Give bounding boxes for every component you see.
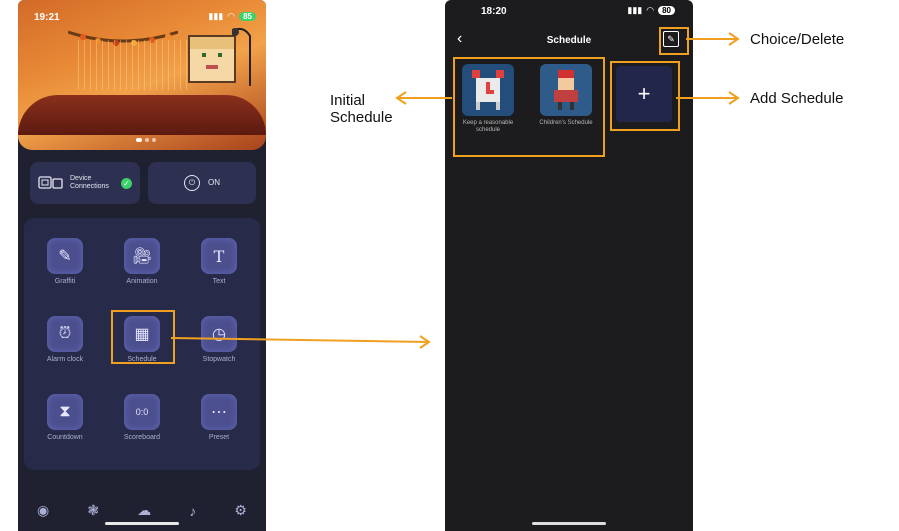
- schedule-highlight-box: [111, 310, 175, 364]
- wifi-icon: ◠: [227, 11, 236, 21]
- carousel-dots[interactable]: [136, 138, 156, 142]
- tile-alarm-clock[interactable]: ⏰︎ Alarm clock: [27, 306, 103, 376]
- power-button[interactable]: ⏻ ON: [148, 162, 256, 204]
- tile-graffiti[interactable]: ✎ Graffiti: [27, 228, 103, 298]
- effects-icon[interactable]: ❃: [87, 502, 99, 519]
- pixel-display-frame: [188, 35, 236, 83]
- device-connections-button[interactable]: Device Connections ✓: [30, 162, 140, 204]
- graffiti-icon: ✎: [47, 238, 83, 274]
- explore-icon[interactable]: ◉: [37, 502, 49, 519]
- stopwatch-icon: ◷: [201, 316, 237, 352]
- lamp-decoration: [232, 27, 251, 86]
- battery-indicator: 80: [658, 6, 675, 15]
- signal-icon: ▮▮▮: [627, 5, 643, 15]
- tile-preset[interactable]: ⋯ Preset: [181, 384, 257, 454]
- tile-text[interactable]: T Text: [181, 228, 257, 298]
- string-lights: [78, 40, 188, 90]
- annotation-choice-delete: Choice/Delete: [750, 31, 845, 48]
- connected-check-icon: ✓: [121, 177, 132, 189]
- settings-icon[interactable]: ⚙: [234, 502, 247, 519]
- tile-animation[interactable]: 🎥︎ Animation: [104, 228, 180, 298]
- home-screen: 19:21 ▮▮▮ ◠ 85 Device Connections ✓ ⏻ ON…: [18, 0, 266, 531]
- scoreboard-icon: 0:0: [124, 394, 160, 430]
- alarm-clock-icon: ⏰︎: [47, 316, 83, 352]
- sofa-decoration: [18, 95, 266, 135]
- annotation-add-schedule: Add Schedule: [750, 90, 844, 107]
- tile-scoreboard[interactable]: 0:0 Scoreboard: [104, 384, 180, 454]
- status-icons: ▮▮▮ ◠ 85: [208, 11, 256, 22]
- tile-stopwatch[interactable]: ◷ Stopwatch: [181, 306, 257, 376]
- signal-icon: ▮▮▮: [208, 11, 224, 21]
- device-icon: [38, 176, 63, 189]
- text-icon: T: [201, 238, 237, 274]
- animation-icon: 🎥︎: [124, 238, 160, 274]
- status-time: 19:21: [34, 12, 60, 23]
- initial-schedule-highlight-box: [453, 57, 605, 157]
- wifi-icon: ◠: [646, 5, 655, 15]
- cloud-icon[interactable]: ☁: [137, 502, 151, 519]
- edit-highlight-box: [659, 27, 689, 55]
- status-icons: ▮▮▮ ◠ 80: [627, 5, 675, 16]
- countdown-icon: ⧗: [47, 394, 83, 430]
- home-indicator: [105, 522, 179, 525]
- page-title: Schedule: [546, 35, 592, 46]
- preset-icon: ⋯: [201, 394, 237, 430]
- add-schedule-highlight-box: [610, 61, 680, 131]
- home-indicator: [532, 522, 606, 525]
- annotation-initial-schedule: Initial Schedule: [330, 92, 393, 126]
- device-connections-label: Device Connections: [70, 175, 109, 190]
- status-time: 18:20: [481, 6, 507, 17]
- music-icon[interactable]: ♪: [189, 503, 196, 519]
- tile-countdown[interactable]: ⧗ Countdown: [27, 384, 103, 454]
- power-icon: ⏻: [184, 175, 200, 191]
- hero-image: 19:21 ▮▮▮ ◠ 85: [18, 0, 266, 150]
- power-label: ON: [208, 178, 220, 187]
- battery-indicator: 85: [239, 12, 256, 21]
